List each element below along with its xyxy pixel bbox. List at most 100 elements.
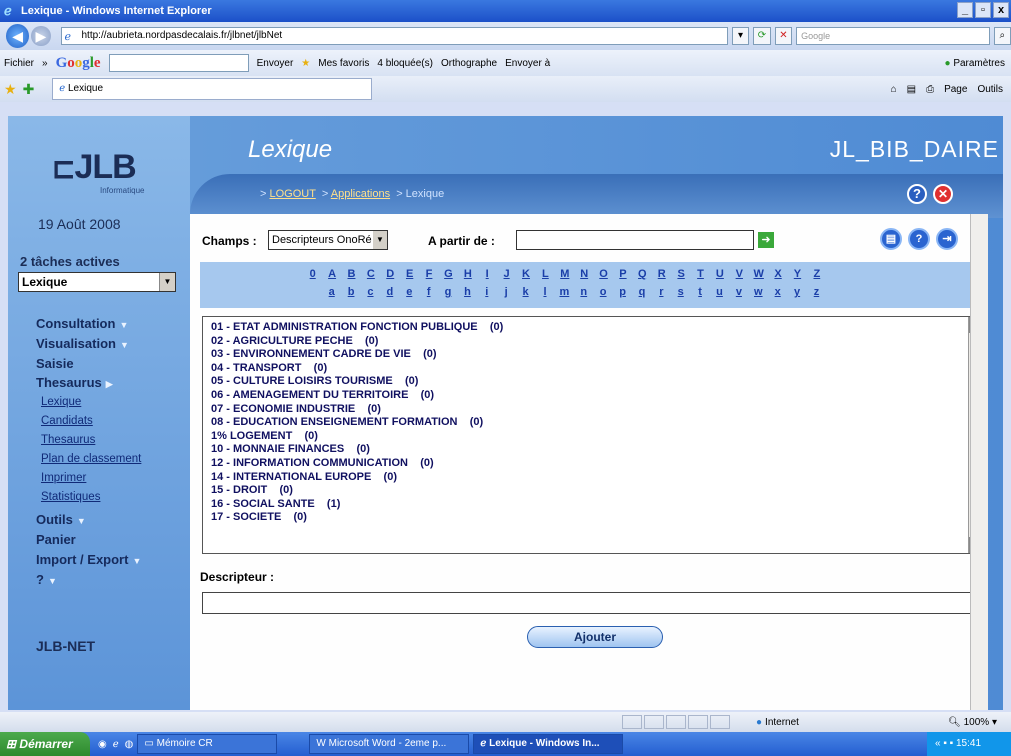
alpha-letter-link[interactable]: y [787,286,806,298]
zoom-level[interactable]: 🔍︎ 100% ▾ [948,717,997,728]
alpha-letter-link[interactable]: e [400,286,419,298]
google-search-input[interactable] [108,54,249,72]
list-item[interactable]: 01 - ETAT ADMINISTRATION FONCTION PUBLIQ… [211,321,503,335]
list-item[interactable]: 17 - SOCIETE (0) [211,511,503,525]
applications-link[interactable]: Applications [331,188,390,200]
blocked-popups-button[interactable]: 4 bloquée(s) [377,58,433,69]
alpha-letter-link[interactable]: I [478,268,497,280]
alpha-letter-link[interactable]: n [574,286,593,298]
help-icon[interactable]: ? [907,184,927,204]
tools-menu[interactable]: Outils [977,84,1003,95]
alpha-letter-link[interactable]: A [322,268,341,280]
alpha-letter-link[interactable]: s [671,286,690,298]
alpha-letter-link[interactable]: Y [788,268,807,280]
alpha-letter-link[interactable]: u [710,286,729,298]
print-icon[interactable]: ⎙ [926,84,934,95]
alpha-letter-link[interactable]: j [497,286,516,298]
minimize-button[interactable]: _ [957,2,973,18]
task-select[interactable]: Lexique ▼ [18,272,176,292]
alpha-letter-link[interactable]: T [691,268,710,280]
quicklaunch-firefox-icon[interactable]: ◍ [125,739,134,750]
alpha-letter-link[interactable]: r [652,286,671,298]
alpha-letter-link[interactable]: G [439,268,458,280]
add-favorite-icon[interactable]: ✚ [23,81,35,98]
submenu-statistiques[interactable]: Statistiques [41,491,100,503]
security-zone[interactable]: ● Internet [756,717,799,728]
favorites-center-icon[interactable]: ★ [4,81,17,98]
alpha-letter-link[interactable]: W [749,268,768,280]
alpha-letter-link[interactable]: S [671,268,690,280]
alpha-letter-link[interactable]: a [322,286,341,298]
spelling-button[interactable]: Orthographe [441,58,497,69]
alpha-letter-link[interactable]: h [458,286,477,298]
menu-consultation[interactable]: Consultation ▼ [36,316,128,331]
alpha-letter-link[interactable]: O [594,268,613,280]
send-to-button[interactable]: Envoyer à [505,58,550,69]
apartir-input[interactable] [516,230,754,250]
chevron-down-icon[interactable]: ▼ [159,273,175,291]
submenu-imprimer[interactable]: Imprimer [41,472,86,484]
list-icon[interactable]: ▤ [880,228,902,250]
menu-panier[interactable]: Panier [36,532,76,547]
help-circle-icon[interactable]: ? [908,228,930,250]
search-icon[interactable]: ⌕ [993,27,1011,45]
alpha-letter-link[interactable]: z [807,286,826,298]
submenu-thesaurus[interactable]: Thesaurus [41,434,95,446]
list-item[interactable]: 14 - INTERNATIONAL EUROPE (0) [211,471,503,485]
alpha-letter-link[interactable]: P [613,268,632,280]
page-scrollbar[interactable] [970,214,988,710]
list-item[interactable]: 07 - ECONOMIE INDUSTRIE (0) [211,403,503,417]
champs-select[interactable]: Descripteurs OnoRé ▼ [268,230,388,250]
back-button[interactable]: ◀ [6,24,30,48]
alpha-letter-link[interactable]: m [555,286,574,298]
alpha-letter-link[interactable]: 0 [303,268,322,280]
alpha-letter-link[interactable]: J [497,268,516,280]
alpha-letter-link[interactable]: E [400,268,419,280]
alpha-letter-link[interactable]: K [516,268,535,280]
stop-icon[interactable]: ✕ [774,27,793,45]
list-item[interactable]: 05 - CULTURE LOISIRS TOURISME (0) [211,375,503,389]
alpha-letter-link[interactable]: x [768,286,787,298]
settings-button[interactable]: ● Paramètres [944,58,1005,69]
alpha-letter-link[interactable]: L [536,268,555,280]
address-dropdown-button[interactable]: ▾ [731,27,750,45]
exit-icon[interactable]: ⇥ [936,228,958,250]
chevron-icon[interactable]: » [42,58,48,69]
alpha-letter-link[interactable]: D [381,268,400,280]
taskbar-item-lexique[interactable]: ℯ Lexique - Windows In... [473,734,624,754]
descripteur-input[interactable] [202,592,985,614]
alpha-letter-link[interactable]: d [380,286,399,298]
submenu-plan-de-classement[interactable]: Plan de classement [41,453,141,465]
alpha-letter-link[interactable]: g [438,286,457,298]
list-item[interactable]: 10 - MONNAIE FINANCES (0) [211,443,503,457]
alpha-letter-link[interactable]: l [535,286,554,298]
file-menu[interactable]: Fichier [4,58,34,69]
list-item[interactable]: 03 - ENVIRONNEMENT CADRE DE VIE (0) [211,348,503,362]
go-arrow-icon[interactable]: ➜ [758,232,774,248]
tab-lexique[interactable]: ℯ Lexique [52,78,373,100]
alpha-letter-link[interactable]: b [341,286,360,298]
start-button[interactable]: ⊞ Démarrer [0,732,90,756]
forward-button[interactable]: ▶ [31,26,51,46]
quicklaunch-ie-icon[interactable]: ℯ [113,739,119,750]
alpha-letter-link[interactable]: o [593,286,612,298]
alpha-letter-link[interactable]: p [613,286,632,298]
alpha-letter-link[interactable]: c [361,286,380,298]
alpha-letter-link[interactable]: Z [807,268,826,280]
menu-saisie[interactable]: Saisie [36,356,74,371]
address-bar[interactable]: ℯ http://aubrieta.nordpasdecalais.fr/jlb… [60,27,728,45]
close-button[interactable]: x [993,2,1009,18]
alpha-letter-link[interactable]: C [361,268,380,280]
alpha-letter-link[interactable]: F [419,268,438,280]
home-icon[interactable]: ⌂ [891,84,897,95]
logout-link[interactable]: LOGOUT [269,188,315,200]
list-item[interactable]: 06 - AMENAGEMENT DU TERRITOIRE (0) [211,389,503,403]
maximize-button[interactable]: ▫ [975,2,991,18]
menu-help[interactable]: ? ▼ [36,572,57,587]
taskbar-item-memoire[interactable]: ▭ Mémoire CR [137,734,278,754]
alpha-letter-link[interactable]: U [710,268,729,280]
tray-icons[interactable]: ▪ ▪ [943,738,953,749]
alpha-letter-link[interactable]: X [768,268,787,280]
menu-import-export[interactable]: Import / Export ▼ [36,552,141,567]
alpha-letter-link[interactable]: v [729,286,748,298]
